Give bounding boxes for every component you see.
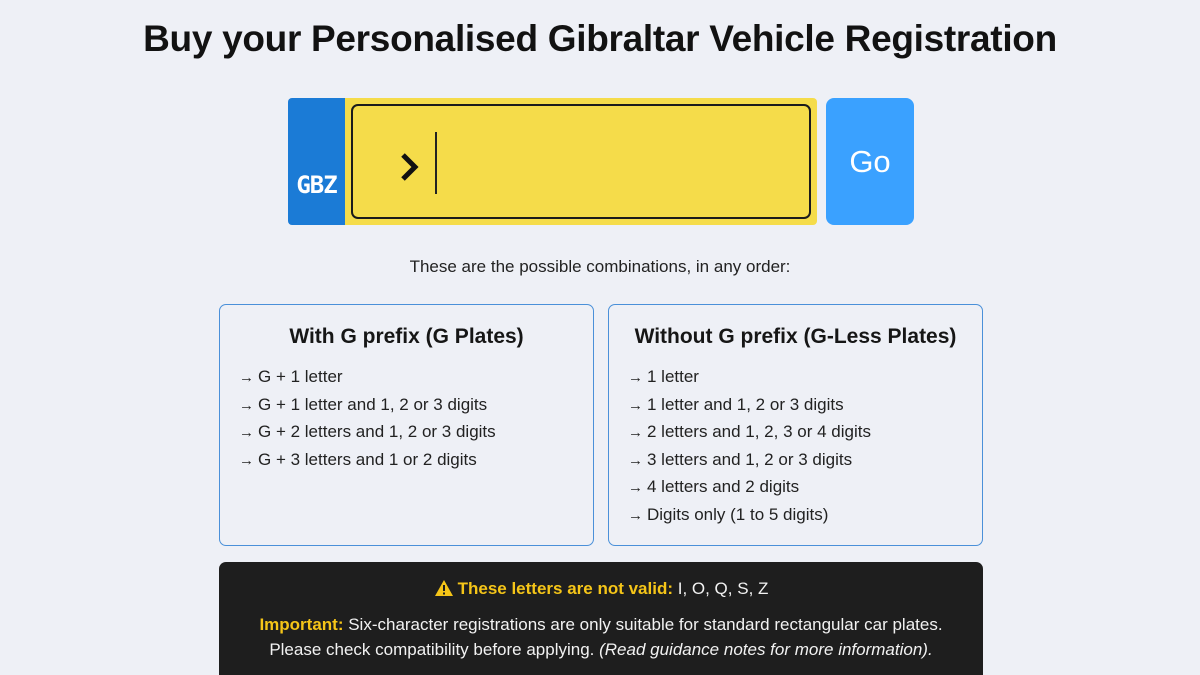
text-caret [435, 132, 437, 194]
g-plates-card: With G prefix (G Plates) → G + 1 letter →… [219, 304, 594, 546]
important-note: Important: Six-character registrations a… [237, 612, 965, 662]
chevron-right-icon [401, 153, 419, 181]
list-item: → 1 letter [628, 363, 982, 391]
list-item: → G + 2 letters and 1, 2 or 3 digits [239, 418, 593, 446]
arrow-right-icon: → [628, 369, 643, 386]
combination-list: → 1 letter → 1 letter and 1, 2 or 3 digits… [628, 363, 982, 528]
arrow-right-icon: → [239, 369, 254, 386]
arrow-right-icon: → [628, 396, 643, 414]
country-code: GBZ [296, 171, 337, 199]
important-label: Important: [259, 615, 344, 634]
card-title: Without G prefix (G-Less Plates) [634, 325, 957, 348]
invalid-letters-label: These letters are not valid: [457, 579, 673, 598]
warning-icon [434, 580, 453, 596]
list-item: → 1 letter and 1, 2 or 3 digits [628, 391, 982, 419]
card-title: With G prefix (G Plates) [289, 325, 524, 348]
plate-search: GBZ Go [288, 98, 914, 225]
guidance-note: (Read guidance notes for more informatio… [599, 640, 933, 659]
list-item: → Digits only (1 to 5 digits) [628, 501, 982, 529]
registration-input[interactable] [443, 126, 789, 200]
list-item: → 4 letters and 2 digits [628, 473, 982, 501]
arrow-right-icon: → [239, 424, 254, 441]
plate-field [345, 98, 817, 225]
list-item: → G + 3 letters and 1 or 2 digits [239, 446, 593, 474]
list-item: → 2 letters and 1, 2, 3 or 4 digits [628, 418, 982, 446]
arrow-right-icon: → [628, 506, 643, 524]
plate-input-frame [351, 104, 811, 219]
combination-list: → G + 1 letter → G + 1 letter and 1, 2 or … [239, 363, 593, 473]
arrow-right-icon: → [628, 424, 643, 441]
notice-panel: These letters are not valid: I, O, Q, S,… [219, 562, 983, 675]
invalid-letters-value: I, O, Q, S, Z [673, 579, 769, 598]
g-less-plates-card: Without G prefix (G-Less Plates) → 1 lett… [608, 304, 983, 546]
arrow-right-icon: → [239, 396, 254, 414]
arrow-right-icon: → [239, 451, 254, 469]
page-title: Buy your Personalised Gibraltar Vehicle … [143, 18, 1057, 59]
list-item: → G + 1 letter and 1, 2 or 3 digits [239, 391, 593, 419]
list-item: → 3 letters and 1, 2 or 3 digits [628, 446, 982, 474]
invalid-letters-line: These letters are not valid: I, O, Q, S,… [219, 579, 983, 599]
arrow-right-icon: → [628, 451, 643, 469]
combinations-intro: These are the possible combinations, in … [409, 257, 791, 276]
list-item: → G + 1 letter [239, 363, 593, 391]
country-band: GBZ [288, 98, 345, 225]
arrow-right-icon: → [628, 479, 643, 496]
go-button[interactable]: Go [826, 98, 914, 225]
